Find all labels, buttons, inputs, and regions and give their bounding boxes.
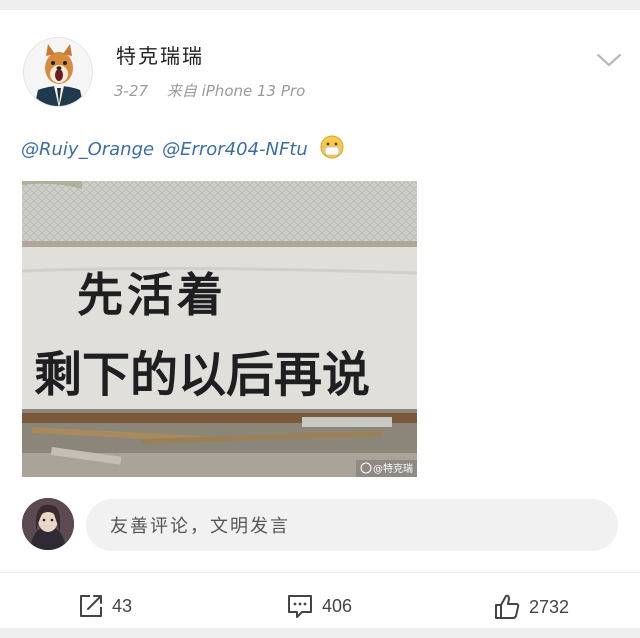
comment-button[interactable]: 406 bbox=[286, 593, 352, 619]
comment-input[interactable]: 友善评论，文明发言 bbox=[86, 499, 618, 551]
comment-count: 406 bbox=[322, 595, 353, 616]
user-avatar[interactable] bbox=[23, 37, 93, 107]
post-source: 来自 iPhone 13 Pro bbox=[166, 82, 306, 100]
chevron-down-icon[interactable] bbox=[594, 50, 624, 70]
graffiti-line-2: 剩下的以后再说 bbox=[34, 347, 370, 403]
like-button[interactable]: 2732 bbox=[493, 593, 569, 621]
post-image[interactable]: 先活着 剩下的以后再说 @特克瑞 bbox=[22, 181, 417, 477]
mask-face-emoji-icon bbox=[320, 135, 344, 159]
share-count: 43 bbox=[112, 595, 133, 616]
username[interactable]: 特克瑞瑞 bbox=[116, 40, 204, 69]
portrait-avatar-icon bbox=[22, 498, 74, 550]
image-watermark: @特克瑞 bbox=[373, 463, 413, 475]
like-count: 2732 bbox=[529, 596, 570, 617]
bottom-separator bbox=[0, 628, 640, 638]
post-meta: 3-27 来自 iPhone 13 Pro bbox=[114, 80, 319, 101]
mention-link[interactable]: @Ruiy_Orange bbox=[21, 139, 154, 160]
graffiti-photo: 先活着 剩下的以后再说 @特克瑞 bbox=[22, 181, 417, 477]
mention-link[interactable]: @Error404-NFtu bbox=[162, 139, 308, 160]
top-separator bbox=[0, 0, 640, 10]
post-date: 3-27 bbox=[114, 82, 149, 100]
comment-icon bbox=[288, 595, 312, 618]
graffiti-line-1: 先活着 bbox=[77, 268, 227, 322]
post-card: 特克瑞瑞 3-27 来自 iPhone 13 Pro @Ruiy_Orange @… bbox=[0, 10, 640, 628]
comment-placeholder: 友善评论，文明发言 bbox=[110, 516, 290, 537]
thumbs-up-icon bbox=[495, 594, 520, 619]
share-icon bbox=[80, 595, 102, 617]
post-text: @Ruiy_Orange @Error404-NFtu bbox=[21, 135, 344, 160]
share-button[interactable]: 43 bbox=[78, 593, 132, 619]
shiba-avatar-icon bbox=[24, 38, 92, 106]
my-avatar[interactable] bbox=[22, 498, 74, 550]
